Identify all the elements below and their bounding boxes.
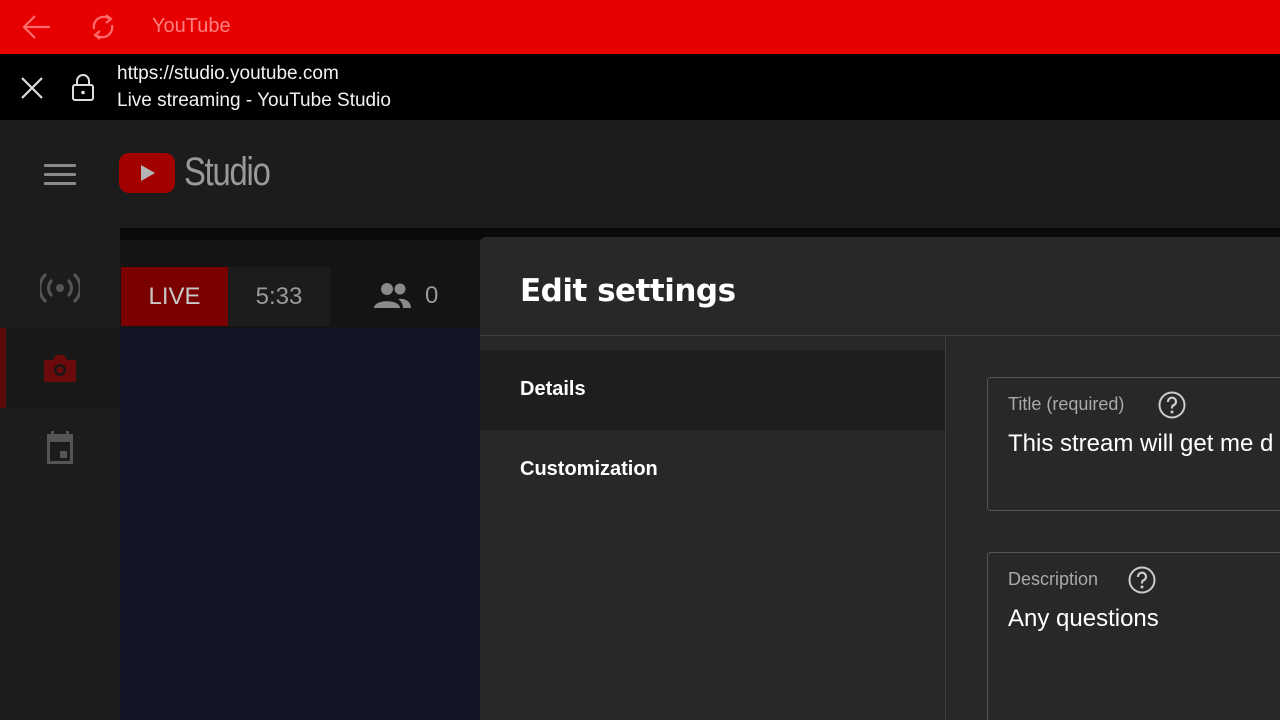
tab-customization[interactable]: Customization <box>480 430 945 510</box>
app-title: YouTube <box>152 15 231 37</box>
reload-icon[interactable] <box>86 9 120 45</box>
elapsed-time: 5:33 <box>228 267 330 326</box>
sidebar-item-stream[interactable] <box>0 248 120 328</box>
app-bar: YouTube <box>0 0 1280 54</box>
live-badge: LIVE <box>121 267 228 326</box>
dialog-title: Edit settings <box>520 273 736 309</box>
description-field-label: Description <box>1008 569 1099 589</box>
close-icon[interactable] <box>18 74 46 102</box>
edit-settings-dialog: Edit settings Details Customization Titl… <box>480 237 1280 720</box>
description-input[interactable]: Any questions <box>1008 605 1159 633</box>
settings-tabs: Details Customization <box>480 349 945 720</box>
calendar-icon <box>47 431 73 464</box>
tab-label: Details <box>520 378 586 400</box>
sidebar-item-webcam[interactable] <box>0 328 120 408</box>
help-icon[interactable] <box>1157 390 1187 420</box>
viewers-icon <box>374 283 411 308</box>
page-title: Live streaming - YouTube Studio <box>117 90 391 111</box>
broadcast-icon <box>40 272 80 304</box>
description-field[interactable]: Description Any questions <box>987 552 1280 720</box>
studio-header: Studio <box>0 120 1280 228</box>
left-rail <box>0 228 120 720</box>
viewers-count: 0 <box>425 282 439 309</box>
title-input[interactable]: This stream will get me d <box>1008 430 1273 458</box>
tab-label: Customization <box>520 458 658 480</box>
back-arrow-icon[interactable] <box>20 11 54 43</box>
youtube-logo-icon[interactable] <box>119 153 175 193</box>
lock-icon <box>72 74 94 101</box>
menu-icon[interactable] <box>44 164 76 186</box>
url-text[interactable]: https://studio.youtube.com <box>117 63 339 85</box>
url-bar: https://studio.youtube.com Live streamin… <box>0 54 1280 120</box>
camera-icon <box>44 355 76 382</box>
vertical-divider <box>945 336 946 720</box>
studio-logo-text[interactable]: Studio <box>184 150 271 195</box>
help-icon[interactable] <box>1127 565 1157 595</box>
sidebar-item-manage[interactable] <box>0 408 120 488</box>
tab-details[interactable]: Details <box>480 350 945 430</box>
title-field[interactable]: Title (required) This stream will get me… <box>987 377 1280 511</box>
title-field-label: Title (required) <box>1008 394 1125 414</box>
divider <box>480 335 1280 336</box>
